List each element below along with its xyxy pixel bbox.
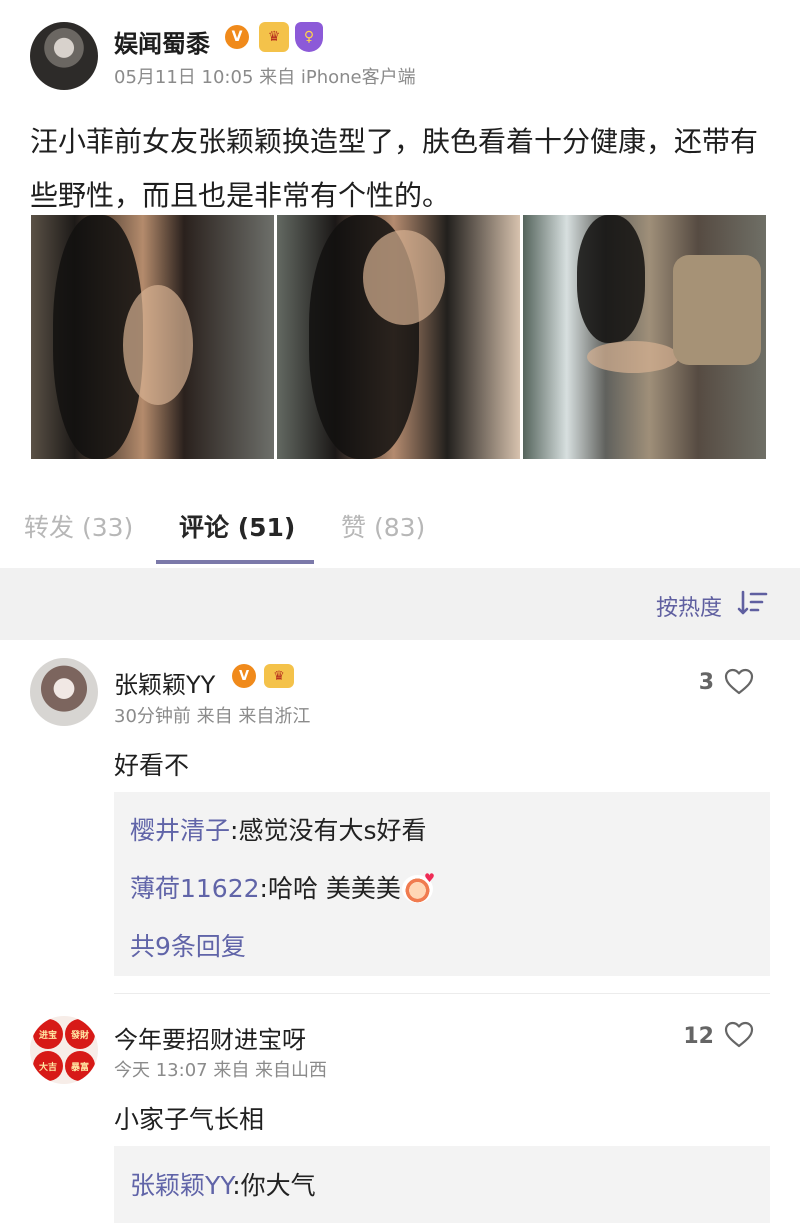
photo-thumbnail-2[interactable]	[277, 215, 520, 459]
comment-text: 小家子气长相	[114, 1105, 265, 1134]
reply-text: :你大气	[232, 1171, 316, 1200]
photo-detail	[123, 285, 193, 405]
sort-bar: 按热度	[0, 568, 800, 640]
avatar-label: 暴富	[65, 1051, 95, 1081]
photo-detail	[587, 341, 679, 373]
comment-item: 进宝 發財 大吉 暴富 今年要招财进宝呀 今天 13:07 来自 来自山西 12…	[0, 1000, 800, 1223]
like-count: 3	[698, 670, 714, 695]
reply-text: :哈哈 美美美	[259, 874, 401, 903]
sort-icon[interactable]	[736, 586, 770, 620]
comment-tabs: 转发 (33) 评论 (51) 赞 (83)	[0, 476, 800, 568]
photo-detail	[363, 230, 445, 325]
emoji-icon	[401, 871, 435, 903]
active-tab-indicator	[156, 560, 314, 564]
reply-user-name[interactable]: 薄荷11622	[130, 874, 260, 903]
reply-box[interactable]: 张颖颖YY:你大气	[114, 1146, 770, 1223]
photo-detail	[673, 255, 761, 365]
tab-repost[interactable]: 转发 (33)	[24, 508, 133, 544]
post-meta: 05月11日 10:05 来自 iPhone客户端	[114, 67, 416, 88]
post-header: 娱闻蜀黍 V ♛ ♀ 05月11日 10:05 来自 iPhone客户端	[0, 0, 800, 108]
comment-meta: 30分钟前 来自 来自浙江	[114, 706, 311, 727]
comment-divider	[114, 993, 770, 994]
post-text: 汪小菲前女友张颖颖换造型了，肤色看着十分健康，还带有些野性，而且也是非常有个性的…	[30, 125, 759, 212]
photo-thumbnail-3[interactable]	[523, 215, 766, 459]
reply-line[interactable]: 张颖颖YY:你大气	[130, 1166, 316, 1202]
avatar-label: 进宝	[33, 1019, 63, 1049]
photo-gallery	[31, 215, 766, 459]
crown-badge-icon: ♛	[259, 22, 289, 52]
commenter-name[interactable]: 张颖颖YY	[114, 665, 215, 700]
commenter-avatar[interactable]: 进宝 發財 大吉 暴富	[30, 1016, 98, 1084]
reply-line[interactable]: 薄荷11622:哈哈 美美美	[130, 869, 435, 905]
avatar-label: 大吉	[33, 1051, 63, 1081]
comment-meta: 今天 13:07 来自 来自山西	[114, 1060, 328, 1081]
heart-outline-icon[interactable]	[724, 1021, 754, 1049]
crown-badge-icon: ♛	[264, 664, 294, 688]
photo-detail	[577, 215, 645, 343]
comment-text: 好看不	[114, 751, 190, 780]
tab-comments[interactable]: 评论 (51)	[179, 508, 295, 544]
tab-likes[interactable]: 赞 (83)	[341, 508, 425, 544]
reply-text: :感觉没有大s好看	[230, 816, 427, 845]
verified-icon: V	[225, 25, 249, 49]
sort-label[interactable]: 按热度	[656, 590, 722, 622]
avatar-label: 發財	[65, 1019, 95, 1049]
reply-box[interactable]: 樱井清子:感觉没有大s好看 薄荷11622:哈哈 美美美 共9条回复	[114, 792, 770, 976]
more-replies-link[interactable]: 共9条回复	[130, 927, 246, 963]
author-avatar[interactable]	[30, 22, 98, 90]
shield-badge-icon: ♀	[295, 22, 323, 52]
author-name[interactable]: 娱闻蜀黍	[114, 24, 210, 59]
photo-thumbnail-1[interactable]	[31, 215, 274, 459]
reply-user-name[interactable]: 张颖颖YY	[130, 1171, 232, 1200]
commenter-avatar[interactable]	[30, 658, 98, 726]
reply-line[interactable]: 樱井清子:感觉没有大s好看	[130, 811, 426, 847]
heart-outline-icon[interactable]	[724, 668, 754, 696]
verified-icon: V	[232, 664, 256, 688]
commenter-name[interactable]: 今年要招财进宝呀	[114, 1020, 306, 1055]
reply-user-name[interactable]: 樱井清子	[130, 816, 230, 845]
like-count: 12	[683, 1024, 714, 1049]
comment-item: 张颖颖YY V ♛ 30分钟前 来自 来自浙江 3 好看不 樱井清子:感觉没有大…	[0, 640, 800, 995]
